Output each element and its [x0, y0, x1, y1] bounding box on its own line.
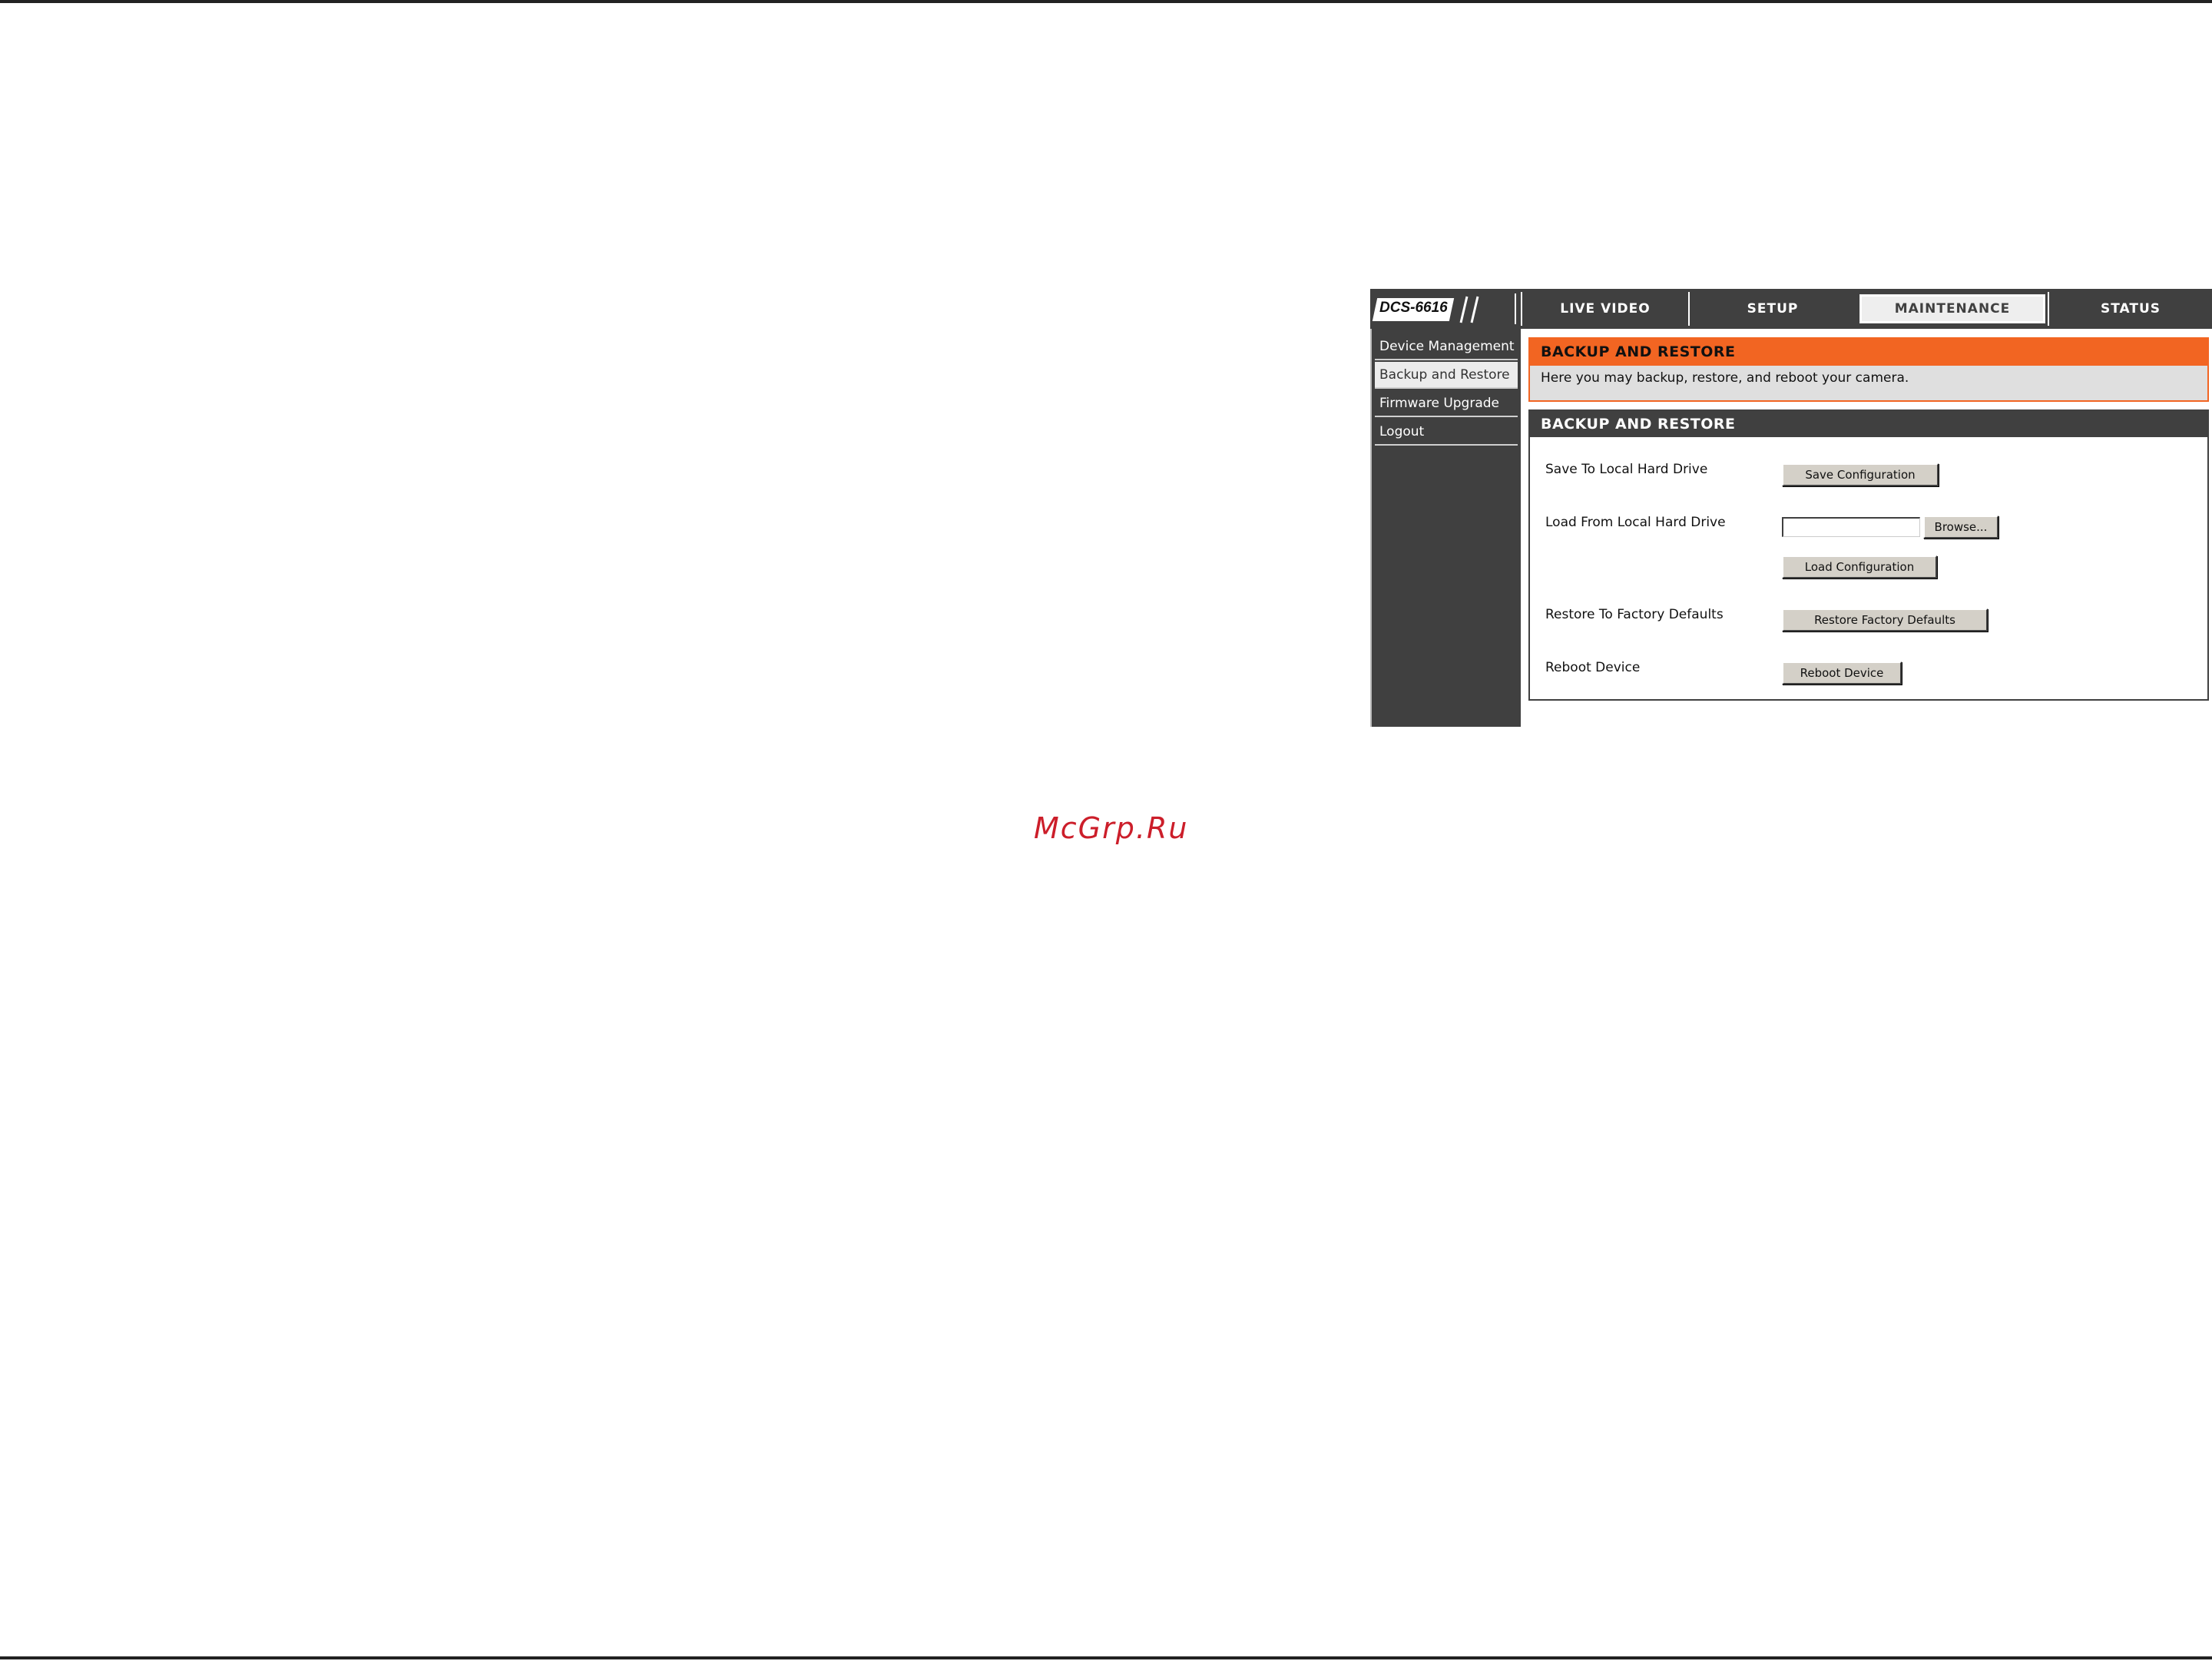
slashes-icon [1459, 296, 1479, 323]
restore-factory-defaults-button[interactable]: Restore Factory Defaults [1782, 608, 1988, 632]
model-logo: DCS-6616 [1372, 293, 1516, 324]
save-label: Save To Local Hard Drive [1545, 462, 1708, 477]
camera-web-ui: DCS-6616 LIVE VIDEO SETUP MAINTENANCE ST… [1370, 289, 2212, 727]
browse-button[interactable]: Browse... [1923, 516, 1998, 539]
backup-restore-panel: BACKUP AND RESTORE Save To Local Hard Dr… [1528, 409, 2209, 701]
tab-setup[interactable]: SETUP [1688, 292, 1856, 326]
intro-title: BACKUP AND RESTORE [1530, 339, 2207, 366]
sidebar-item-device-management[interactable]: Device Management [1375, 333, 1518, 360]
load-label: Load From Local Hard Drive [1545, 515, 1726, 530]
intro-box: BACKUP AND RESTORE Here you may backup, … [1528, 337, 2209, 402]
sidebar-item-backup-and-restore[interactable]: Backup and Restore [1375, 362, 1518, 389]
tab-live-video[interactable]: LIVE VIDEO [1521, 292, 1688, 326]
tab-maintenance[interactable]: MAINTENANCE [1857, 292, 2048, 326]
reboot-device-button[interactable]: Reboot Device [1782, 661, 1902, 685]
top-nav-bar: DCS-6616 LIVE VIDEO SETUP MAINTENANCE ST… [1370, 289, 2212, 329]
sidebar-item-logout[interactable]: Logout [1375, 419, 1518, 446]
model-name: DCS-6616 [1379, 300, 1448, 316]
panel-title: BACKUP AND RESTORE [1530, 411, 2207, 437]
reboot-label: Reboot Device [1545, 660, 1641, 675]
save-configuration-button[interactable]: Save Configuration [1782, 463, 1939, 486]
tab-status[interactable]: STATUS [2048, 292, 2212, 326]
sidebar-item-firmware-upgrade[interactable]: Firmware Upgrade [1375, 390, 1518, 417]
intro-description: Here you may backup, restore, and reboot… [1541, 370, 1909, 386]
watermark-text: McGrp.Ru [1034, 811, 1189, 845]
document-page: DCS-6616 LIVE VIDEO SETUP MAINTENANCE ST… [0, 0, 2212, 1661]
restore-label: Restore To Factory Defaults [1545, 607, 1724, 622]
load-configuration-button[interactable]: Load Configuration [1782, 555, 1937, 579]
bottom-rule [0, 1656, 2212, 1659]
top-rule [0, 0, 2212, 3]
config-file-input[interactable] [1782, 517, 1920, 537]
sidebar: Device Management Backup and Restore Fir… [1370, 329, 1521, 727]
